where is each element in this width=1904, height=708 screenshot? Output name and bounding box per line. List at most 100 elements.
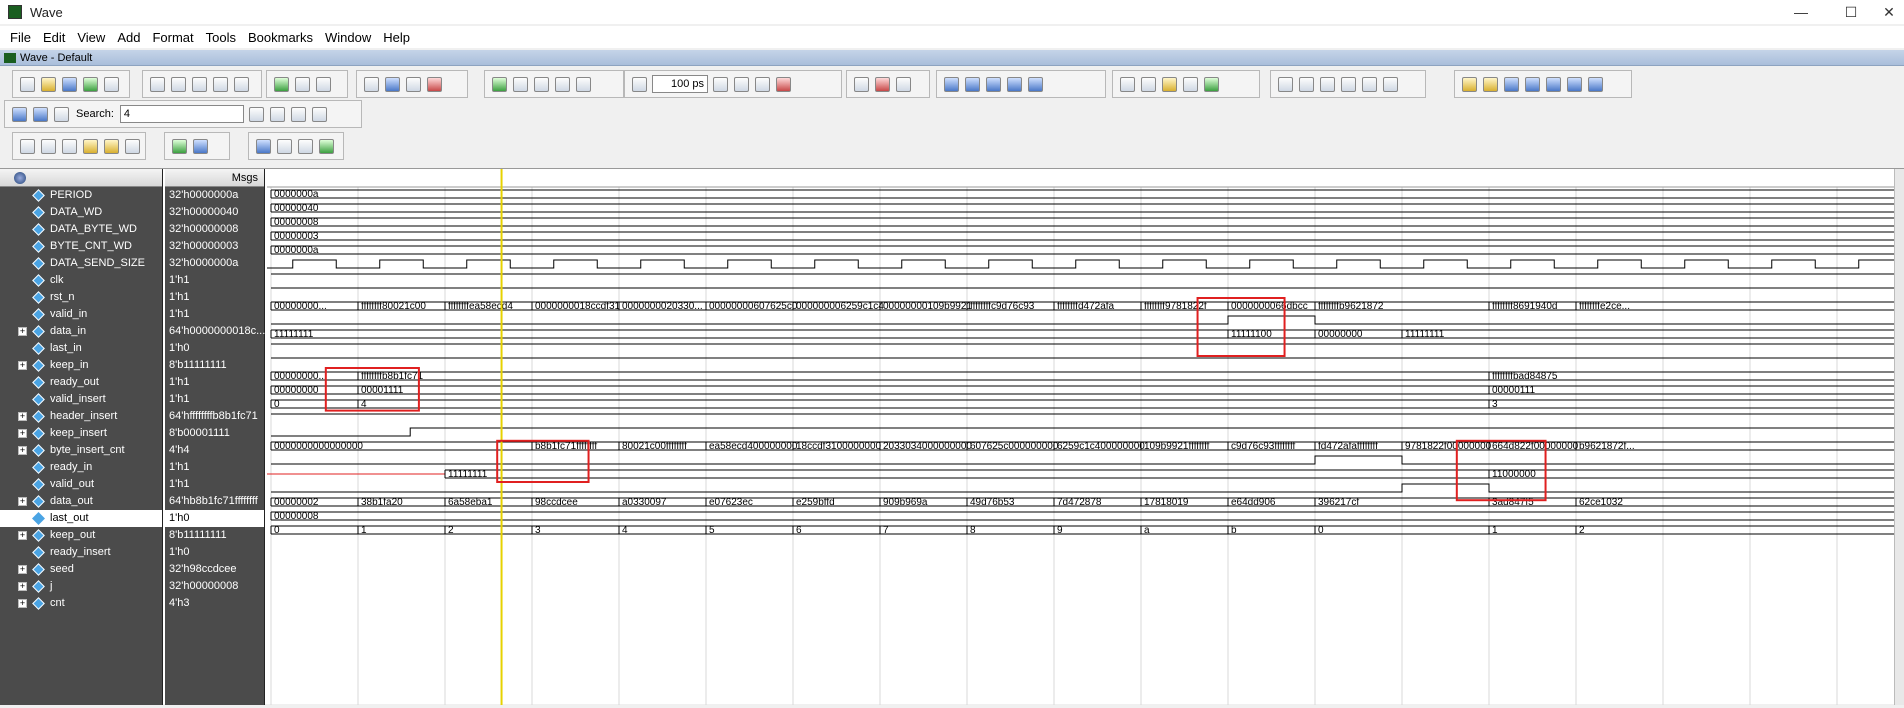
- wave-add-icon[interactable]: [12, 106, 27, 122]
- restart-icon[interactable]: [492, 76, 507, 92]
- vertical-scrollbar[interactable]: [1894, 169, 1904, 705]
- next-transition-icon[interactable]: [1525, 76, 1540, 92]
- signal-row-data-send-size[interactable]: DATA_SEND_SIZE: [0, 255, 162, 272]
- signal-row-j[interactable]: + j: [0, 578, 162, 595]
- copy-icon[interactable]: [171, 76, 186, 92]
- layout-icon-2[interactable]: [1141, 76, 1156, 92]
- signal-row-byte-cnt-wd[interactable]: BYTE_CNT_WD: [0, 238, 162, 255]
- signal-row-keep-insert[interactable]: + keep_insert: [0, 425, 162, 442]
- menu-window[interactable]: Window: [323, 30, 373, 45]
- waveform-canvas[interactable]: 0000000a 00000040 00000008 00000003 0000000a…: [267, 169, 1894, 705]
- find-next-edge-icon[interactable]: [1483, 76, 1498, 92]
- step-into-icon[interactable]: [944, 76, 959, 92]
- continue-icon[interactable]: [734, 76, 749, 92]
- print-icon[interactable]: [104, 76, 119, 92]
- zoom-out-icon[interactable]: [41, 138, 56, 154]
- save-icon[interactable]: [62, 76, 77, 92]
- signal-row-seed[interactable]: + seed: [0, 561, 162, 578]
- signal-row-data-in[interactable]: + data_in: [0, 323, 162, 340]
- step-back-icon[interactable]: [1028, 76, 1043, 92]
- menu-format[interactable]: Format: [150, 30, 195, 45]
- run-options-icon[interactable]: [513, 76, 528, 92]
- signal-row-keep-in[interactable]: + keep_in: [0, 357, 162, 374]
- zoom-mode-icon[interactable]: [1299, 76, 1314, 92]
- next-falling-icon[interactable]: [1567, 76, 1582, 92]
- last-edge-icon[interactable]: [1588, 76, 1603, 92]
- search-input[interactable]: [119, 105, 244, 123]
- signal-row-ready-out[interactable]: ready_out: [0, 374, 162, 391]
- select-pointer-icon[interactable]: [1278, 76, 1293, 92]
- search-next-icon[interactable]: [290, 106, 306, 122]
- expand-icon[interactable]: +: [18, 429, 27, 438]
- up-arrow-icon[interactable]: [534, 76, 549, 92]
- waveform-area[interactable]: 0000000a 00000040 00000008 00000003 0000000a…: [267, 169, 1904, 705]
- layout-icon-3[interactable]: [1162, 76, 1177, 92]
- previous-falling-icon[interactable]: [1546, 76, 1561, 92]
- run-all-icon[interactable]: [755, 76, 770, 92]
- previous-transition-icon[interactable]: [1504, 76, 1519, 92]
- compile-all-icon[interactable]: [385, 76, 400, 92]
- signal-row-period[interactable]: PERIOD: [0, 187, 162, 204]
- layout-icon-1[interactable]: [1120, 76, 1135, 92]
- back-arrow-icon[interactable]: [555, 76, 570, 92]
- menu-edit[interactable]: Edit: [41, 30, 67, 45]
- search-options-icon[interactable]: [311, 106, 327, 122]
- add-icon[interactable]: [274, 76, 289, 92]
- signal-row-ready-insert[interactable]: ready_insert: [0, 544, 162, 561]
- zoom-full-icon[interactable]: [62, 138, 77, 154]
- expand-icon[interactable]: +: [18, 565, 27, 574]
- signal-row-clk[interactable]: clk: [0, 272, 162, 289]
- signal-row-cnt[interactable]: + cnt: [0, 595, 162, 612]
- find-icon[interactable]: [295, 76, 310, 92]
- menu-view[interactable]: View: [75, 30, 107, 45]
- signal-row-rst-n[interactable]: rst_n: [0, 289, 162, 306]
- wave-tree-icon[interactable]: [14, 172, 26, 184]
- step-icon[interactable]: [1007, 76, 1022, 92]
- new-icon[interactable]: [20, 76, 35, 92]
- paste-icon[interactable]: [192, 76, 207, 92]
- signal-row-data-out[interactable]: + data_out: [0, 493, 162, 510]
- find-previous-edge-icon[interactable]: [1462, 76, 1477, 92]
- signal-row-last-out[interactable]: last_out: [0, 510, 162, 527]
- signal-row-data-byte-wd[interactable]: DATA_BYTE_WD: [0, 221, 162, 238]
- menu-add[interactable]: Add: [115, 30, 142, 45]
- expand-icon[interactable]: +: [18, 327, 27, 336]
- search-prev-icon[interactable]: [269, 106, 285, 122]
- signal-row-data-wd[interactable]: DATA_WD: [0, 204, 162, 221]
- menu-tools[interactable]: Tools: [204, 30, 238, 45]
- zoom-range-icon[interactable]: [125, 138, 140, 154]
- redo-icon[interactable]: [234, 76, 249, 92]
- layout-icon-5[interactable]: [1204, 76, 1219, 92]
- cut-icon[interactable]: [150, 76, 165, 92]
- expand-icon[interactable]: +: [18, 599, 27, 608]
- memory-icon[interactable]: [875, 76, 890, 92]
- measure-icon[interactable]: [1362, 76, 1377, 92]
- signal-row-valid-insert[interactable]: valid_insert: [0, 391, 162, 408]
- run-length-input[interactable]: [652, 75, 708, 93]
- hand-icon[interactable]: [896, 76, 911, 92]
- break-icon[interactable]: [427, 76, 442, 92]
- wave-event-icon[interactable]: [319, 138, 334, 154]
- performance-icon[interactable]: [854, 76, 869, 92]
- run-length-icon[interactable]: [632, 76, 647, 92]
- signal-row-keep-out[interactable]: + keep_out: [0, 527, 162, 544]
- search-dropdown-icon[interactable]: [248, 106, 264, 122]
- menu-help[interactable]: Help: [381, 30, 412, 45]
- layout-icon-4[interactable]: [1183, 76, 1198, 92]
- stop-icon[interactable]: [776, 76, 791, 92]
- menu-file[interactable]: File: [8, 30, 33, 45]
- maximize-icon[interactable]: ☐: [1836, 2, 1866, 22]
- close-icon[interactable]: ✕: [1874, 2, 1904, 22]
- edit-wave-icon[interactable]: [1341, 76, 1356, 92]
- signal-row-header-insert[interactable]: + header_insert: [0, 408, 162, 425]
- pan-icon[interactable]: [1320, 76, 1335, 92]
- expand-icon[interactable]: +: [18, 446, 27, 455]
- show-drivers-icon[interactable]: [277, 138, 292, 154]
- reload-icon[interactable]: [83, 76, 98, 92]
- signal-row-valid-out[interactable]: valid_out: [0, 476, 162, 493]
- insert-cursor-icon[interactable]: [1383, 76, 1398, 92]
- expand-icon[interactable]: +: [18, 497, 27, 506]
- undo-icon[interactable]: [213, 76, 228, 92]
- step-out-icon[interactable]: [986, 76, 1001, 92]
- signal-row-valid-in[interactable]: valid_in: [0, 306, 162, 323]
